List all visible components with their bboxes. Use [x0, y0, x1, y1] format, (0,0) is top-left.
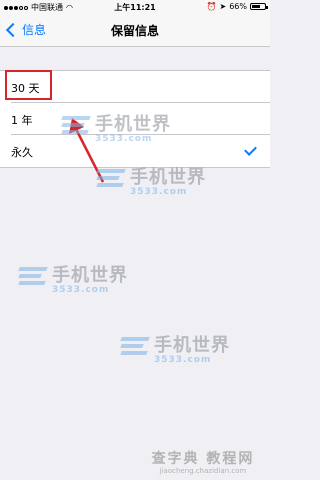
footer-watermark-title: 查字典 教程网 — [151, 451, 255, 467]
watermark: 手机世界 3533.com — [96, 167, 206, 197]
watermark: 手机世界 3533.com — [61, 114, 171, 144]
watermark-logo-icon — [120, 336, 151, 356]
watermark: 手机世界 3533.com — [120, 335, 230, 365]
watermark-site: 3533.com — [95, 134, 153, 144]
watermark-brand: 手机世界 — [95, 114, 171, 135]
watermark-site: 3533.com — [154, 355, 212, 365]
footer-watermark: 查字典 教程网 jiaocheng.chazidian.com — [140, 451, 266, 476]
watermark-site: 3533.com — [52, 285, 110, 295]
watermark-logo-icon — [18, 266, 49, 286]
watermark-brand: 手机世界 — [52, 265, 128, 286]
watermark-brand: 手机世界 — [130, 167, 206, 188]
watermark-logo-icon — [96, 168, 127, 188]
watermark-logo-icon — [61, 115, 92, 135]
annotation-arrow-icon — [69, 118, 105, 183]
watermark-site: 3533.com — [130, 187, 188, 197]
footer-watermark-url: jiaocheng.chazidian.com — [159, 467, 247, 475]
watermark: 手机世界 3533.com — [18, 265, 128, 295]
watermark-brand: 手机世界 — [154, 335, 230, 356]
